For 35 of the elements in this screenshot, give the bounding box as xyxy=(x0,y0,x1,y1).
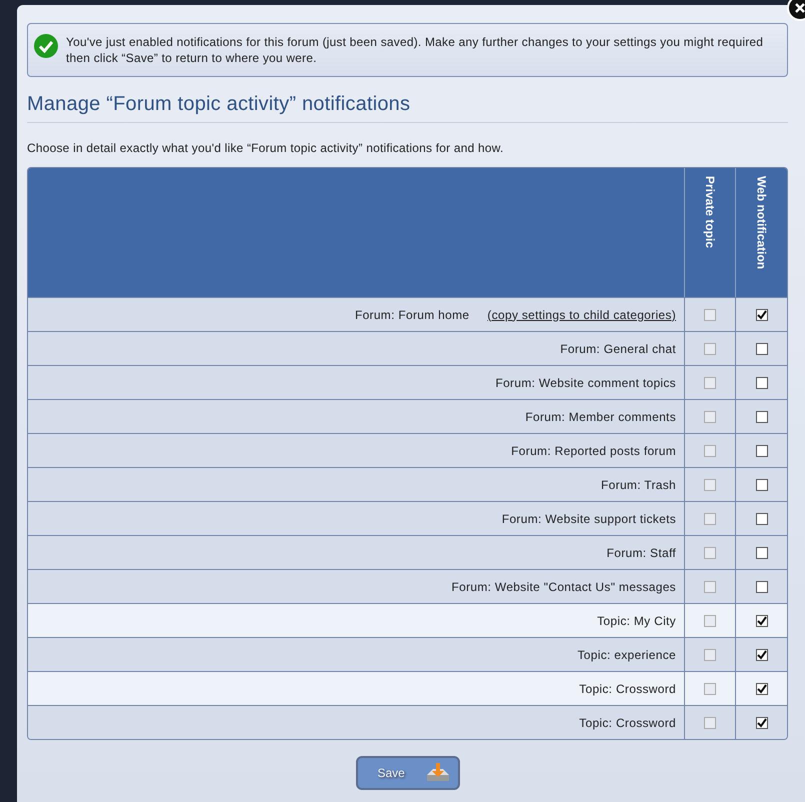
checkbox[interactable] xyxy=(756,478,768,490)
checkmark-icon xyxy=(34,34,58,58)
checkbox[interactable] xyxy=(756,614,768,626)
column-header: Web notification xyxy=(754,176,768,272)
row-label: Forum: Website comment topics xyxy=(495,376,676,390)
page-heading: Manage “Forum topic activity” notifications xyxy=(27,93,788,123)
checkbox[interactable] xyxy=(756,546,768,558)
row-label: Topic: Crossword xyxy=(579,716,676,730)
copy-settings-link[interactable]: (copy settings to child categories) xyxy=(487,308,676,322)
row-label: Forum: Forum home xyxy=(354,308,470,322)
intro-text: Choose in detail exactly what you'd like “Forum topic activity” notifications for and how. xyxy=(27,141,505,155)
download-tray-icon xyxy=(426,762,450,784)
checkbox[interactable] xyxy=(756,648,768,660)
column-header: Private topic xyxy=(703,176,717,250)
checkbox[interactable] xyxy=(756,410,768,422)
close-icon xyxy=(795,3,805,13)
row-label: Topic: My City xyxy=(597,614,676,628)
row-label: Forum: Trash xyxy=(601,478,676,492)
row-label: Topic: Crossword xyxy=(579,682,676,696)
checkbox[interactable] xyxy=(756,444,768,456)
checkbox[interactable] xyxy=(756,682,768,694)
row-label: Forum: General chat xyxy=(560,342,676,356)
row-label: Forum: Website "Contact Us" messages xyxy=(451,580,676,594)
checkbox[interactable] xyxy=(756,512,768,524)
checkbox[interactable] xyxy=(756,342,768,354)
checkbox[interactable] xyxy=(756,580,768,592)
checkbox[interactable] xyxy=(756,308,768,320)
row-label: Forum: Member comments xyxy=(525,410,676,424)
row-label: Forum: Reported posts forum xyxy=(511,444,676,458)
message-text: You've just enabled notifications for this forum (just been saved). Make any further changes to your settings you might required then click “Save” to return to where you were. xyxy=(66,34,764,66)
row-label: Forum: Website support tickets xyxy=(502,512,676,526)
checkbox[interactable] xyxy=(756,716,768,728)
row-label: Topic: experience xyxy=(578,648,676,662)
row-label: Forum: Staff xyxy=(606,546,676,560)
checkbox[interactable] xyxy=(756,376,768,388)
